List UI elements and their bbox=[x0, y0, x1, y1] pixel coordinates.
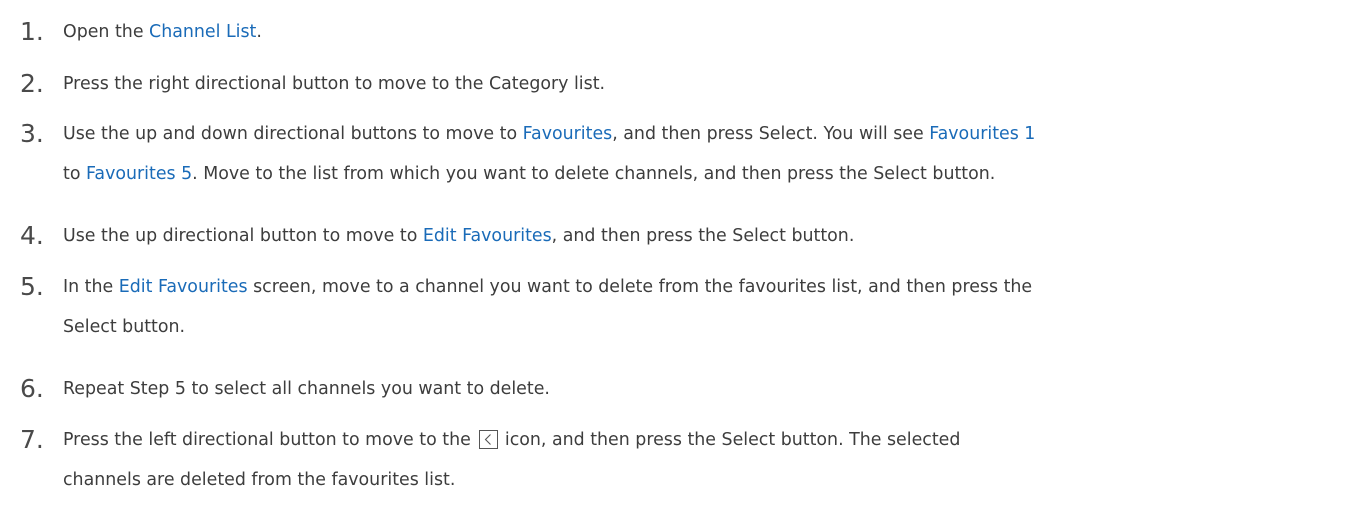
menu-term-highlight: Favourites bbox=[522, 124, 613, 144]
step-text-line: Use the up and down directional buttons … bbox=[63, 114, 1353, 154]
menu-term-highlight: Favourites 1 bbox=[929, 124, 1036, 144]
step-text-segment: screen, move to a channel you want to de… bbox=[247, 277, 1033, 297]
step-text-line: Press the right directional button to mo… bbox=[63, 64, 1353, 104]
menu-term-highlight: Channel List bbox=[149, 22, 257, 42]
step-text-line: Open the Channel List. bbox=[63, 12, 1353, 52]
step-number: 7. bbox=[20, 425, 44, 454]
step-text-line: Repeat Step 5 to select all channels you… bbox=[63, 369, 1353, 409]
step-text: Press the left directional button to mov… bbox=[63, 420, 1353, 500]
step-text-segment: , and then press the Select button. bbox=[551, 226, 855, 246]
step-text-segment: . bbox=[256, 22, 262, 42]
step-text-segment: , and then press Select. You will see bbox=[612, 124, 930, 144]
step-text-segment: Open the bbox=[63, 22, 150, 42]
chevron-left-icon bbox=[479, 430, 499, 449]
step-text: Repeat Step 5 to select all channels you… bbox=[63, 369, 1353, 409]
step-text: Use the up and down directional buttons … bbox=[63, 114, 1353, 194]
step-text-segment: . Move to the list from which you want t… bbox=[192, 164, 996, 184]
step-text-segment: Press the left directional button to mov… bbox=[63, 430, 477, 450]
step-text-segment: to bbox=[63, 164, 86, 184]
step-number: 2. bbox=[20, 69, 44, 98]
step-text-line: channels are deleted from the favourites… bbox=[63, 460, 1353, 500]
menu-term-highlight: Favourites 5 bbox=[86, 164, 193, 184]
step-text-segment: Repeat Step 5 to select all channels you… bbox=[63, 379, 550, 399]
step-text: Press the right directional button to mo… bbox=[63, 64, 1353, 104]
step-text: Open the Channel List. bbox=[63, 12, 1353, 52]
step-text-segment: Use the up and down directional buttons … bbox=[63, 124, 523, 144]
step-text-segment: Use the up directional button to move to bbox=[63, 226, 423, 246]
step-number: 6. bbox=[20, 374, 44, 403]
step-text-line: Use the up directional button to move to… bbox=[63, 216, 1353, 256]
step-text-line: Select button. bbox=[63, 307, 1353, 347]
menu-term-highlight: Edit Favourites bbox=[118, 277, 248, 297]
menu-term-highlight: Edit Favourites bbox=[422, 226, 552, 246]
step-text: Use the up directional button to move to… bbox=[63, 216, 1353, 256]
step-text-segment: Press the right directional button to mo… bbox=[63, 74, 606, 94]
step-text-line: In the Edit Favourites screen, move to a… bbox=[63, 267, 1353, 307]
step-number: 3. bbox=[20, 119, 44, 148]
step-number: 4. bbox=[20, 221, 44, 250]
step-number: 5. bbox=[20, 272, 44, 301]
step-text-segment: icon, and then press the Select button. … bbox=[499, 430, 961, 450]
step-text-segment: Select button. bbox=[63, 317, 186, 337]
step-text-segment: channels are deleted from the favourites… bbox=[63, 470, 456, 490]
step-text-line: Press the left directional button to mov… bbox=[63, 420, 1353, 460]
step-number: 1. bbox=[20, 17, 44, 46]
step-text: In the Edit Favourites screen, move to a… bbox=[63, 267, 1353, 347]
step-text-line: to Favourites 5. Move to the list from w… bbox=[63, 154, 1353, 194]
step-text-segment: In the bbox=[63, 277, 119, 297]
